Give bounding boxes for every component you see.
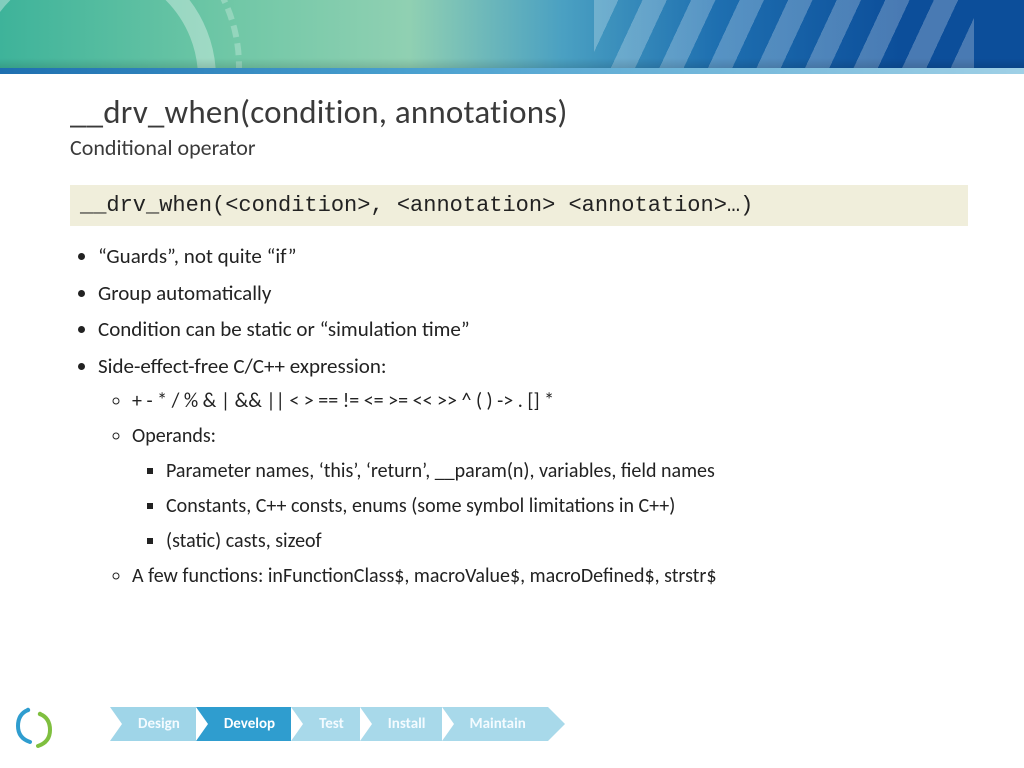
lifecycle-step-install: Install — [360, 707, 448, 741]
slide-body: __drv_when(condition, annotations) Condi… — [0, 74, 1024, 592]
sub-sub-bullet-list: Parameter names, ‘this’, ‘return’, __par… — [132, 456, 968, 557]
lifecycle-chevron-nav: Design Develop Test Install Maintain — [110, 702, 542, 746]
lifecycle-step-develop: Develop — [196, 707, 297, 741]
bullet-list: “Guards”, not quite “if” Group automatic… — [70, 240, 968, 592]
slide-subtitle: Conditional operator — [70, 134, 968, 161]
bullet-item: Side-effect-free C/C++ expression: + - *… — [98, 350, 968, 593]
bullet-item: “Guards”, not quite “if” — [98, 240, 968, 273]
sub-bullet-list: + - * / % & | && || < > == != <= >= << >… — [98, 386, 968, 592]
footer-logo-icon — [14, 704, 54, 752]
lifecycle-step-design: Design — [110, 707, 202, 741]
banner-dashed-ring-decoration — [0, 0, 242, 68]
bullet-text: Side-effect-free C/C++ expression: — [98, 353, 386, 379]
slide-title: __drv_when(condition, annotations) — [70, 92, 968, 132]
header-banner — [0, 0, 1024, 68]
lifecycle-step-test: Test — [291, 707, 366, 741]
code-syntax-box: __drv_when(<condition>, <annotation> <an… — [70, 185, 968, 226]
sub-bullet-item: A few functions: inFunctionClass$, macro… — [132, 561, 968, 592]
sub-bullet-item: + - * / % & | && || < > == != <= >= << >… — [132, 386, 968, 417]
sub-sub-bullet-item: Parameter names, ‘this’, ‘return’, __par… — [166, 456, 968, 487]
lifecycle-step-maintain: Maintain — [442, 707, 548, 741]
sub-sub-bullet-item: (static) casts, sizeof — [166, 526, 968, 557]
bullet-text: Operands: — [132, 424, 216, 448]
banner-stripes-decoration — [594, 0, 974, 68]
sub-sub-bullet-item: Constants, C++ consts, enums (some symbo… — [166, 491, 968, 522]
bullet-item: Group automatically — [98, 277, 968, 310]
bullet-item: Condition can be static or “simulation t… — [98, 313, 968, 346]
sub-bullet-item: Operands: Parameter names, ‘this’, ‘retu… — [132, 421, 968, 557]
